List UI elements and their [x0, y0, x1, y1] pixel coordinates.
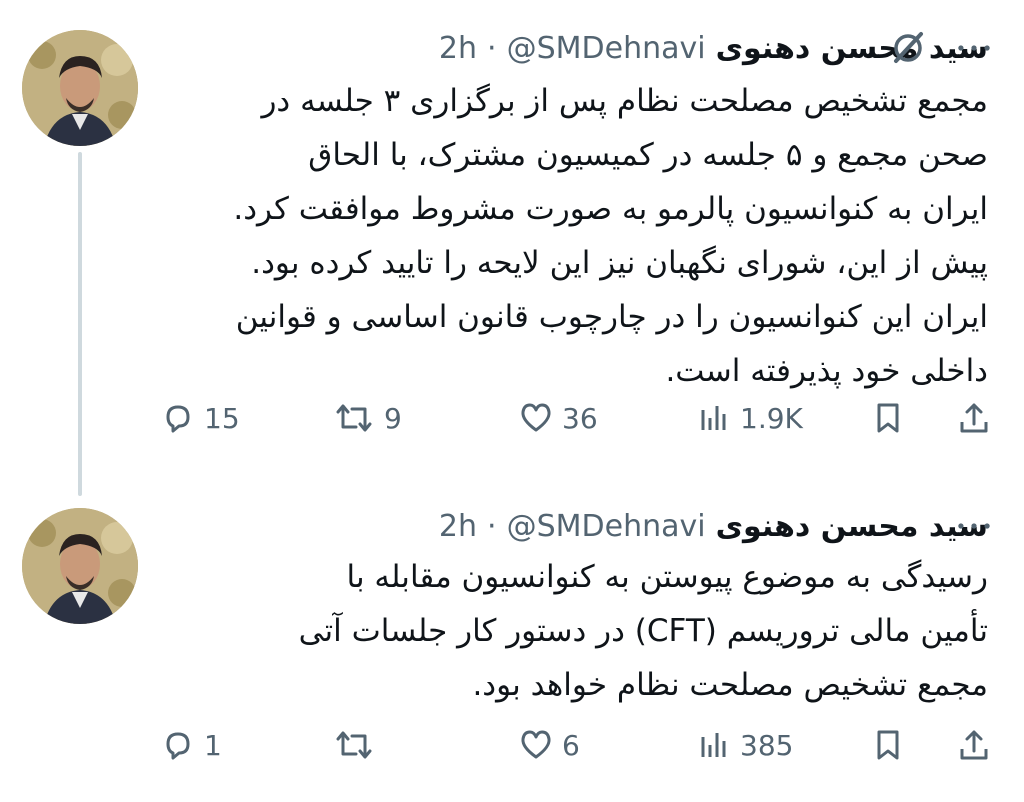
like-button[interactable]: 36: [518, 400, 598, 436]
separator-dot: ·: [487, 508, 497, 544]
share-icon: [960, 403, 988, 433]
reply-icon: [166, 732, 190, 760]
heart-icon: [521, 403, 551, 432]
heart-icon: [521, 730, 551, 759]
reply-button[interactable]: 1: [160, 727, 222, 763]
avatar[interactable]: [22, 30, 138, 146]
separator-dot: ·: [487, 30, 497, 66]
views-count: 1.9K: [740, 401, 803, 435]
reply-count: 1: [204, 728, 222, 762]
tweet-header: سید محسن دهنوی @SMDehnavi · 2h: [164, 506, 988, 546]
like-count: 6: [562, 728, 580, 762]
avatar-image: [22, 508, 138, 624]
bookmark-icon: [877, 403, 899, 433]
thread-line: [78, 152, 82, 496]
grok-icon[interactable]: [888, 28, 928, 68]
tweet-header: سید محسن دهنوی @SMDehnavi · 2h: [164, 28, 988, 68]
reply-count: 15: [204, 401, 240, 435]
retweet-icon: [336, 404, 372, 432]
reply-button[interactable]: 15: [160, 400, 240, 436]
tweet-actions: 1 6 385: [160, 720, 1000, 770]
views-count: 385: [740, 728, 794, 762]
bookmark-button[interactable]: [870, 727, 906, 763]
views-button[interactable]: 385: [696, 727, 793, 763]
bookmark-icon: [877, 730, 899, 760]
views-button[interactable]: 1.9K: [696, 400, 803, 436]
more-icon[interactable]: [952, 28, 996, 68]
tweet[interactable]: سید محسن دهنوی @SMDehnavi · 2h مجمع تشخی…: [0, 0, 1024, 496]
views-icon: [701, 733, 726, 757]
retweet-count: 9: [384, 401, 402, 435]
more-icon[interactable]: [952, 506, 996, 546]
avatar-image: [22, 30, 138, 146]
retweet-button[interactable]: [332, 727, 384, 763]
share-button[interactable]: [956, 400, 992, 436]
author-handle[interactable]: @SMDehnavi: [507, 509, 706, 544]
views-icon: [701, 406, 726, 430]
bookmark-button[interactable]: [870, 400, 906, 436]
timestamp[interactable]: 2h: [439, 509, 477, 544]
tweet[interactable]: سید محسن دهنوی @SMDehnavi · 2h رسیدگی به…: [0, 490, 1024, 802]
author-name[interactable]: سید محسن دهنوی: [716, 31, 988, 66]
retweet-button[interactable]: 9: [332, 400, 402, 436]
tweet-text: رسیدگی به موضوع پیوستن به کنوانسیون مقاب…: [298, 559, 988, 703]
avatar[interactable]: [22, 508, 138, 624]
share-button[interactable]: [956, 727, 992, 763]
like-button[interactable]: 6: [518, 727, 580, 763]
share-icon: [960, 730, 988, 760]
tweet-text: مجمع تشخیص مصلحت نظام پس از برگزاری ۳ جل…: [233, 83, 988, 389]
like-count: 36: [562, 401, 598, 435]
reply-icon: [166, 405, 190, 433]
tweet-actions: 15 9 36 1.9K: [160, 393, 1000, 443]
author-name[interactable]: سید محسن دهنوی: [716, 509, 988, 544]
timestamp[interactable]: 2h: [439, 31, 477, 66]
retweet-icon: [336, 731, 372, 759]
author-handle[interactable]: @SMDehnavi: [507, 31, 706, 66]
